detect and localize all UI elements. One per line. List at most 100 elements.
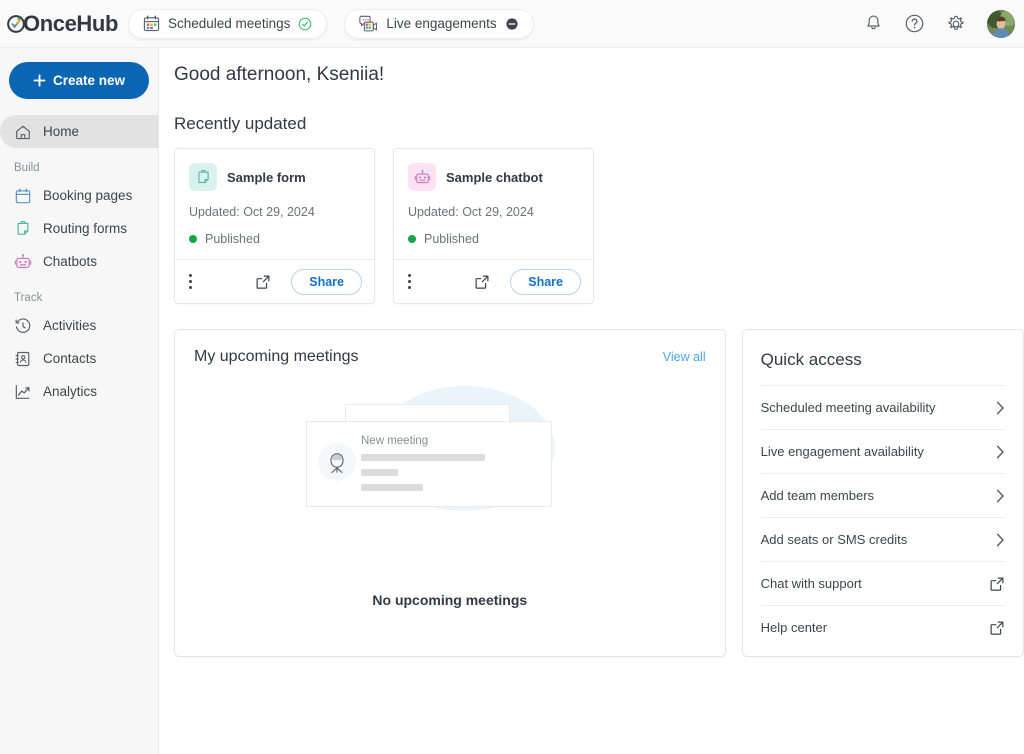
recent-card-body: Sample chatbot Updated: Oct 29, 2024 Pub… xyxy=(394,149,593,259)
oncehub-logo-text: OnceHub xyxy=(23,11,118,37)
recently-updated-heading: Recently updated xyxy=(174,114,1024,134)
home-icon xyxy=(14,123,32,141)
status-label: Published xyxy=(205,232,260,246)
quick-access-item-label: Help center xyxy=(761,620,989,635)
external-link-icon[interactable] xyxy=(255,274,271,290)
external-link-icon xyxy=(989,576,1005,592)
clipboard-icon xyxy=(189,163,217,191)
recent-card[interactable]: Sample chatbot Updated: Oct 29, 2024 Pub… xyxy=(393,148,594,304)
gear-icon[interactable] xyxy=(946,14,966,34)
chevron-right-icon xyxy=(996,489,1005,503)
robot-icon xyxy=(14,253,32,271)
kebab-menu-icon[interactable] xyxy=(189,274,192,289)
clock-history-icon xyxy=(14,317,32,335)
person-glyph xyxy=(324,449,350,475)
clipboard-icon xyxy=(14,220,32,238)
sidebar-item-contacts[interactable]: Contacts xyxy=(0,342,158,375)
upcoming-meetings-title: My upcoming meetings xyxy=(194,348,359,366)
illustration-label: New meeting xyxy=(361,435,428,447)
recent-card-footer: Share xyxy=(175,259,374,303)
sidebar-item-activities-label: Activities xyxy=(43,318,96,333)
quick-access-item-label: Live engagement availability xyxy=(761,444,996,459)
recent-card[interactable]: Sample form Updated: Oct 29, 2024 Publis… xyxy=(174,148,375,304)
recent-card-footer: Share xyxy=(394,259,593,303)
avatar[interactable] xyxy=(987,10,1015,38)
robot-glyph xyxy=(414,169,431,186)
clipboard-glyph xyxy=(195,169,212,186)
sidebar-item-booking-pages-label: Booking pages xyxy=(43,188,132,203)
recent-card-header: Sample chatbot xyxy=(408,163,579,191)
external-link-icon[interactable] xyxy=(474,274,490,290)
plus-icon xyxy=(33,74,46,87)
view-all-link[interactable]: View all xyxy=(663,350,706,364)
pill-live-engagements-label: Live engagements xyxy=(386,16,496,31)
minus-circle-icon xyxy=(505,17,519,31)
avatar-photo xyxy=(987,10,1015,38)
pill-scheduled-meetings-label: Scheduled meetings xyxy=(168,16,290,31)
pill-live-engagements[interactable]: Live engagements xyxy=(344,9,533,39)
top-bar: OnceHub Scheduled meetings xyxy=(0,0,1024,48)
quick-access-item-scheduled-meeting-availability[interactable]: Scheduled meeting availability xyxy=(761,385,1005,429)
calendar-icon xyxy=(14,187,32,205)
status-badge: Published xyxy=(189,232,360,246)
status-badge: Published xyxy=(408,232,579,246)
pill-scheduled-meetings[interactable]: Scheduled meetings xyxy=(128,9,327,39)
sidebar-item-analytics[interactable]: Analytics xyxy=(0,375,158,408)
share-button-label: Share xyxy=(309,275,344,289)
recent-card-body: Sample form Updated: Oct 29, 2024 Publis… xyxy=(175,149,374,259)
sidebar-item-chatbots-label: Chatbots xyxy=(43,254,97,269)
robot-icon xyxy=(408,163,436,191)
external-link-icon xyxy=(989,620,1005,636)
oncehub-logo[interactable]: OnceHub xyxy=(6,11,118,37)
sidebar: Create new Home Build Booking pages Rout… xyxy=(0,48,159,754)
recent-card-updated: Updated: Oct 29, 2024 xyxy=(189,205,360,219)
placeholder-bar xyxy=(361,469,398,476)
share-button[interactable]: Share xyxy=(510,269,581,295)
sidebar-item-routing-forms[interactable]: Routing forms xyxy=(0,212,158,245)
share-button[interactable]: Share xyxy=(291,269,362,295)
upcoming-meetings-header: My upcoming meetings View all xyxy=(175,330,725,366)
empty-state-illustration: New meeting xyxy=(175,384,725,564)
quick-access-item-add-seats-or-sms-credits[interactable]: Add seats or SMS credits xyxy=(761,517,1005,561)
sidebar-group-build: Build xyxy=(0,162,158,174)
recent-card-updated: Updated: Oct 29, 2024 xyxy=(408,205,579,219)
sidebar-item-home[interactable]: Home xyxy=(0,115,158,148)
sidebar-item-home-label: Home xyxy=(43,124,79,139)
sidebar-group-track: Track xyxy=(0,292,158,304)
chevron-right-icon xyxy=(996,401,1005,415)
recent-card-title: Sample form xyxy=(227,170,306,185)
quick-access-panel: Quick access Scheduled meeting availabil… xyxy=(742,329,1024,657)
quick-access-item-add-team-members[interactable]: Add team members xyxy=(761,473,1005,517)
quick-access-item-help-center[interactable]: Help center xyxy=(761,605,1005,649)
quick-access-item-live-engagement-availability[interactable]: Live engagement availability xyxy=(761,429,1005,473)
bell-icon[interactable] xyxy=(864,14,883,33)
sidebar-item-booking-pages[interactable]: Booking pages xyxy=(0,179,158,212)
recent-card-header: Sample form xyxy=(189,163,360,191)
page-title: Good afternoon, Kseniia! xyxy=(174,64,1024,86)
calendar-icon xyxy=(143,15,160,32)
quick-access-item-label: Add seats or SMS credits xyxy=(761,532,996,547)
empty-state-text: No upcoming meetings xyxy=(175,592,725,608)
kebab-menu-icon[interactable] xyxy=(408,274,411,289)
quick-access-item-chat-with-support[interactable]: Chat with support xyxy=(761,561,1005,605)
contact-book-icon xyxy=(14,350,32,368)
dashboard-panels: My upcoming meetings View all Ne xyxy=(174,329,1024,657)
quick-access-item-label: Add team members xyxy=(761,488,996,503)
upcoming-meetings-panel: My upcoming meetings View all Ne xyxy=(174,329,726,657)
question-circle-icon[interactable] xyxy=(904,13,925,34)
sidebar-item-analytics-label: Analytics xyxy=(43,384,97,399)
sidebar-item-contacts-label: Contacts xyxy=(43,351,96,366)
sidebar-item-routing-forms-label: Routing forms xyxy=(43,221,127,236)
chevron-right-icon xyxy=(996,533,1005,547)
quick-access-item-label: Scheduled meeting availability xyxy=(761,400,996,415)
check-circle-icon xyxy=(298,17,312,31)
sidebar-item-activities[interactable]: Activities xyxy=(0,309,158,342)
status-dot xyxy=(189,235,197,243)
placeholder-bar xyxy=(361,484,423,491)
sidebar-item-chatbots[interactable]: Chatbots xyxy=(0,245,158,278)
recent-card-title: Sample chatbot xyxy=(446,170,543,185)
create-new-button[interactable]: Create new xyxy=(9,62,149,99)
line-chart-icon xyxy=(14,383,32,401)
create-new-label: Create new xyxy=(53,73,125,88)
top-bar-actions xyxy=(864,10,1015,38)
